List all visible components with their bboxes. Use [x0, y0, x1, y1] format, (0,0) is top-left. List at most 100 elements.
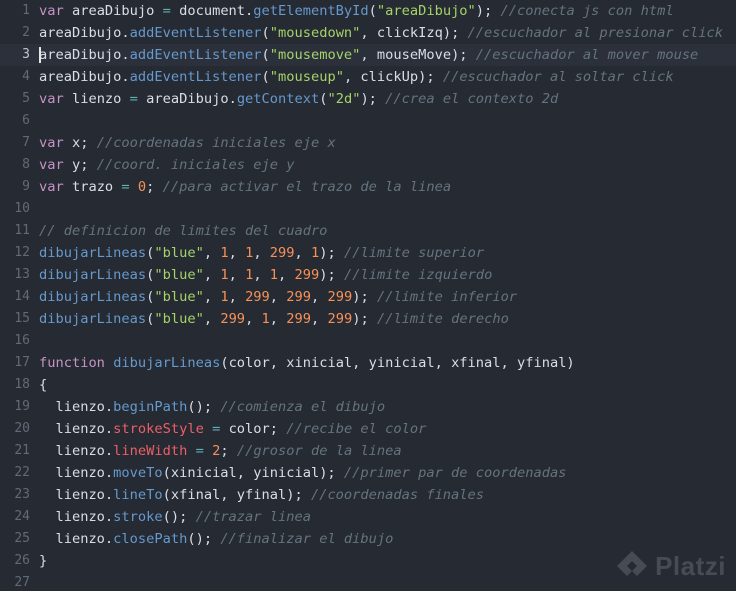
- code-token: 299: [269, 245, 295, 261]
- code-token: ,: [203, 267, 221, 283]
- code-editor[interactable]: 1 var areaDibujo = document.getElementByI…: [0, 0, 736, 591]
- line-number: 5: [22, 91, 30, 106]
- code-line[interactable]: 3 areaDibujo.addEventListener("mousemove"…: [0, 44, 736, 66]
- code-token: );: [475, 3, 493, 19]
- code-token: 299: [286, 289, 312, 305]
- code-token: ,: [253, 245, 270, 261]
- code-line[interactable]: 1 var areaDibujo = document.getElementByI…: [0, 0, 736, 22]
- code-line[interactable]: 8 var y; //coord. iniciales eje y: [0, 154, 736, 176]
- code-line[interactable]: 2 areaDibujo.addEventListener("mousedown"…: [0, 22, 736, 44]
- code-token: "blue": [154, 267, 204, 283]
- text-cursor: [39, 47, 41, 63]
- code-token: var: [39, 3, 64, 19]
- code-token: (color, xinicial, yinicial, xfinal, yfin…: [220, 355, 575, 371]
- code-token: 299: [294, 267, 320, 283]
- code-token: lienzo.: [39, 509, 114, 525]
- code-line[interactable]: 23 lienzo.lineTo(xfinal, yfinal); //coor…: [0, 484, 736, 506]
- code-token: =: [162, 3, 171, 19]
- code-token: , clickUp);: [343, 69, 435, 85]
- code-token: {: [39, 377, 48, 393]
- code-line[interactable]: 16: [0, 330, 736, 352]
- code-text: dibujarLineas("blue", 1, 299, 299, 299);…: [39, 286, 517, 308]
- code-line[interactable]: 9 var trazo = 0; //para activar el trazo …: [0, 176, 736, 198]
- code-token: );: [319, 267, 336, 283]
- code-line[interactable]: 4 areaDibujo.addEventListener("mouseup", …: [0, 66, 736, 88]
- line-number: 9: [22, 179, 30, 194]
- code-text: var y; //coord. iniciales eje y: [39, 154, 294, 176]
- code-token: lienzo.: [39, 399, 114, 415]
- code-token: //escuchador al mover mouse: [467, 47, 699, 63]
- code-token: =: [195, 443, 204, 459]
- line-number: 10: [14, 201, 30, 216]
- code-line[interactable]: 17 function dibujarLineas(color, xinicial…: [0, 352, 736, 374]
- code-text: lienzo.closePath(); //finalizar el dibuj…: [39, 528, 393, 550]
- code-token: "mousedown": [269, 25, 361, 41]
- code-token: 299: [327, 289, 353, 305]
- code-line[interactable]: 7 var x; //coordenadas iniciales eje x: [0, 132, 736, 154]
- code-token: );: [352, 289, 369, 305]
- code-text: areaDibujo.addEventListener("mouseup", c…: [39, 66, 674, 88]
- code-token: 1: [261, 311, 270, 327]
- code-text: var x; //coordenadas iniciales eje x: [39, 132, 336, 154]
- code-line[interactable]: 5 var lienzo = areaDibujo.getContext("2d"…: [0, 88, 736, 110]
- code-line[interactable]: 11 // definicion de limites del cuadro: [0, 220, 736, 242]
- code-token: ();: [187, 531, 213, 547]
- code-token: 1: [269, 267, 279, 283]
- code-token: //recibe el color: [278, 421, 427, 437]
- code-token: //crea el contexto 2d: [376, 91, 559, 107]
- code-token: addEventListener: [129, 25, 262, 41]
- code-token: areaDibujo.: [39, 69, 130, 85]
- code-text: {: [39, 374, 47, 396]
- code-token: areaDibujo.: [137, 91, 237, 107]
- code-token: addEventListener: [129, 47, 262, 63]
- line-number: 22: [14, 465, 30, 480]
- code-line[interactable]: 25 lienzo.closePath(); //finalizar el di…: [0, 528, 736, 550]
- code-token: areaDibujo: [63, 3, 163, 19]
- code-token: //escuchador al soltar click: [434, 69, 674, 85]
- code-token: dibujarLineas: [39, 289, 147, 305]
- code-token: ,: [269, 311, 287, 327]
- code-line[interactable]: 12 dibujarLineas("blue", 1, 1, 299, 1); /…: [0, 242, 736, 264]
- code-line[interactable]: 24 lienzo.stroke(); //trazar linea: [0, 506, 736, 528]
- code-token: strokeStyle: [113, 421, 204, 437]
- code-line[interactable]: 13 dibujarLineas("blue", 1, 1, 1, 299); /…: [0, 264, 736, 286]
- code-token: //comienza el dibujo: [212, 399, 386, 415]
- code-text: lienzo.moveTo(xinicial, yinicial); //pri…: [39, 462, 566, 484]
- code-token: 299: [245, 289, 270, 305]
- code-line[interactable]: 10: [0, 198, 736, 220]
- code-token: //limite derecho: [368, 311, 509, 327]
- code-token: }: [39, 553, 48, 569]
- code-token: var: [39, 135, 64, 151]
- code-line[interactable]: 14 dibujarLineas("blue", 1, 299, 299, 299…: [0, 286, 736, 308]
- code-line[interactable]: 18 {: [0, 374, 736, 396]
- code-token: var: [39, 91, 64, 107]
- line-number: 8: [22, 157, 30, 172]
- code-line[interactable]: 21 lienzo.lineWidth = 2; //grosor de la …: [0, 440, 736, 462]
- code-line[interactable]: 20 lienzo.strokeStyle = color; //recibe …: [0, 418, 736, 440]
- code-token: );: [319, 245, 336, 261]
- line-number: 12: [14, 245, 30, 260]
- code-token: //limite inferior: [368, 289, 518, 305]
- code-line[interactable]: 15 dibujarLineas("blue", 299, 1, 299, 299…: [0, 308, 736, 330]
- code-token: ,: [311, 311, 328, 327]
- line-number: 27: [14, 575, 30, 590]
- code-text: dibujarLineas("blue", 299, 1, 299, 299);…: [39, 308, 509, 330]
- code-line[interactable]: 19 lienzo.beginPath(); //comienza el dib…: [0, 396, 736, 418]
- code-token: "2d": [327, 91, 361, 107]
- code-token: getElementById: [253, 3, 369, 19]
- code-token: 299: [327, 311, 353, 327]
- code-token: "blue": [154, 245, 204, 261]
- code-token: 299: [286, 311, 312, 327]
- code-line[interactable]: 22 lienzo.moveTo(xinicial, yinicial); //…: [0, 462, 736, 484]
- code-token: ,: [253, 267, 270, 283]
- code-token: ;: [220, 443, 229, 459]
- code-token: areaDibujo.: [39, 25, 130, 41]
- code-token: //coordenadas iniciales eje x: [88, 135, 336, 151]
- code-token: dibujarLineas: [39, 311, 147, 327]
- code-text: }: [39, 550, 47, 572]
- code-token: //coord. iniciales eje y: [88, 157, 295, 173]
- code-line[interactable]: 6: [0, 110, 736, 132]
